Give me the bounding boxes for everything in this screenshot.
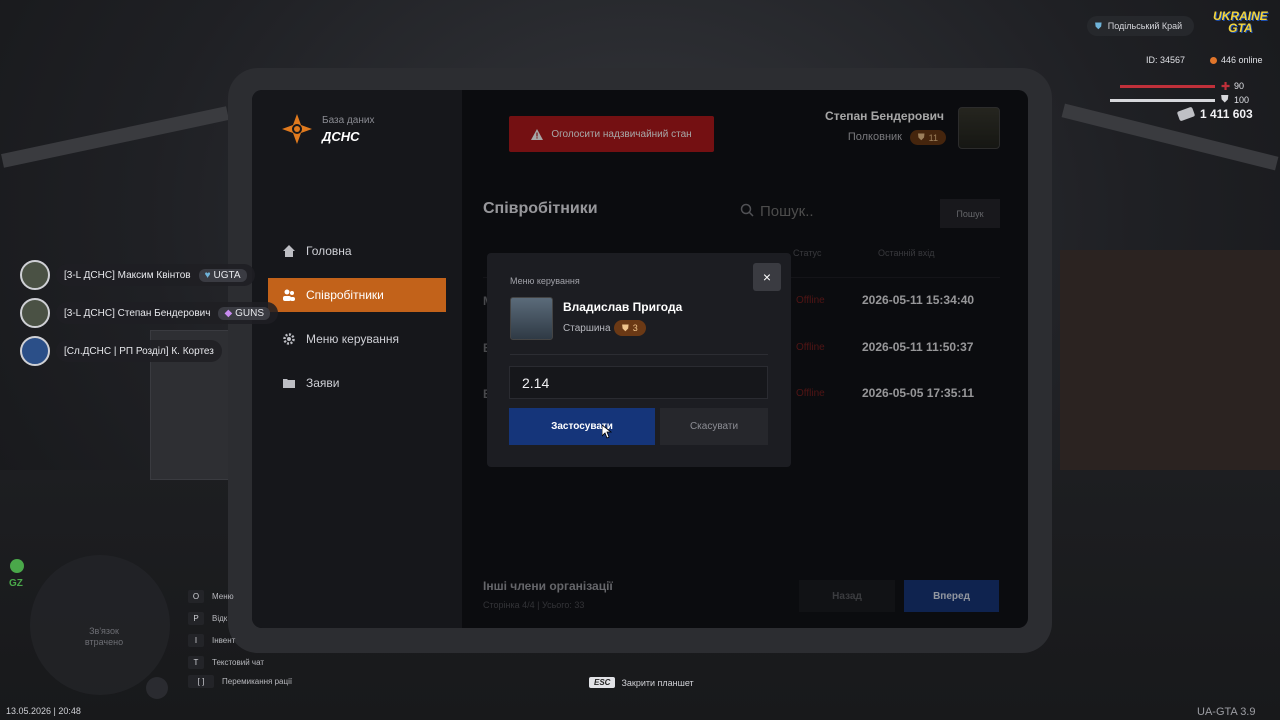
health-value: 90 [1234, 81, 1245, 91]
employee-level-badge: ⛊ 3 [614, 320, 646, 336]
microphone-icon [146, 677, 168, 699]
player-pill: [3-L ДСНС] Максим Квінтов ♥ UGTA [56, 264, 255, 286]
avatar [20, 336, 50, 366]
server-name: Подільський Край [1107, 21, 1183, 31]
close-tablet-hint: ESC Закрити планшет [589, 677, 694, 688]
health-icon: ✚ [1221, 81, 1231, 93]
control-modal: Меню керування × Владислав Пригода Старш… [487, 253, 791, 467]
logo-title: ДСНС [322, 129, 360, 144]
apply-button[interactable]: Застосувати [509, 408, 655, 445]
logo-subtitle: База даних [322, 115, 375, 126]
keybind-hint: O Меню [188, 590, 234, 603]
avatar [20, 260, 50, 290]
player-entry: [3-L ДСНС] Степан Бендерович ◆ GUNS [20, 298, 279, 328]
background-wall [1060, 250, 1280, 470]
logo-line: GTA [1228, 21, 1253, 35]
dsns-logo-icon [282, 114, 312, 144]
diamond-icon: ◆ [224, 307, 233, 319]
esc-key: ESC [589, 677, 616, 688]
sidebar-item-label: Головна [306, 244, 352, 258]
player-pill: [3-L ДСНС] Степан Бендерович ◆ GUNS [56, 302, 279, 324]
sidebar-item-label: Співробітники [306, 288, 384, 302]
sidebar-item-home[interactable]: Головна [268, 234, 446, 268]
hint-label: Текстовий чат [212, 658, 265, 667]
money-value: 1 411 603 [1200, 107, 1253, 121]
divider [510, 354, 768, 355]
player-id: ID: 34567 [1146, 55, 1186, 65]
value-input[interactable] [509, 366, 768, 399]
background-beam [1, 106, 229, 168]
esc-label: Закрити планшет [621, 677, 694, 688]
hint-label: Відк [212, 614, 228, 623]
key-label: P [188, 612, 204, 625]
online-count: 446 online [1210, 55, 1263, 65]
money-icon [1176, 106, 1196, 122]
server-icon: ⛊ [1095, 20, 1102, 31]
minimap-status: Зв'язок втрачено [84, 626, 124, 647]
key-label: I [188, 634, 204, 647]
employee-rank: Старшина [563, 323, 611, 334]
sidebar-item-applications[interactable]: Заяви [268, 366, 446, 400]
users-icon [283, 289, 295, 301]
online-text: 446 online [1221, 55, 1263, 65]
armor-value: 100 [1234, 95, 1250, 105]
cursor-icon [602, 425, 612, 439]
gz-icon [10, 559, 24, 573]
player-tag-label: GUNS [235, 307, 265, 319]
keybind-hint: P Відк [188, 612, 227, 625]
player-entry: [Сл.ДСНС | РП Розділ] К. Кортез [20, 336, 222, 366]
player-tag: ◆ GUNS [218, 306, 271, 320]
gear-icon [283, 333, 295, 345]
health-bar [1120, 85, 1215, 88]
online-icon [1210, 56, 1217, 64]
sidebar-item-employees[interactable]: Співробітники [268, 278, 446, 312]
key-label: T [188, 656, 204, 669]
close-icon: × [762, 269, 772, 285]
close-button[interactable]: × [753, 263, 781, 291]
keybind-hint: [ ] Перемикання рації [188, 675, 292, 688]
player-tag-label: UGTA [213, 269, 241, 281]
armor-bar [1110, 99, 1215, 102]
hint-label: Інвент [212, 636, 236, 645]
cancel-button[interactable]: Скасувати [660, 408, 768, 445]
armor-icon: ⛊ [1221, 94, 1229, 105]
version-label: UA-GTA 3.9 [1197, 706, 1256, 718]
sidebar-item-control-menu[interactable]: Меню керування [268, 322, 446, 356]
folder-icon [283, 379, 295, 388]
keybind-hint: T Текстовий чат [188, 656, 264, 669]
employee-level: 3 [632, 323, 638, 333]
shield-icon: ⛊ [622, 322, 629, 333]
avatar [20, 298, 50, 328]
employee-name: Владислав Пригода [563, 300, 683, 314]
avatar [510, 297, 553, 340]
sidebar-item-label: Заяви [306, 376, 340, 390]
datetime: 13.05.2026 | 20:48 [6, 706, 81, 716]
heart-icon: ♥ [204, 269, 211, 281]
keybind-hint: I Інвент [188, 634, 235, 647]
player-name: [Сл.ДСНС | РП Розділ] К. Кортез [64, 345, 214, 357]
player-entry: [3-L ДСНС] Максим Квінтов ♥ UGTA [20, 260, 255, 290]
sidebar-item-label: Меню керування [306, 332, 400, 346]
gz-label: GZ [9, 578, 23, 589]
player-name: [3-L ДСНС] Максим Квінтов [64, 269, 191, 281]
player-pill: [Сл.ДСНС | РП Розділ] К. Кортез [56, 340, 222, 362]
hint-label: Перемикання рації [222, 677, 293, 686]
player-name: [3-L ДСНС] Степан Бендерович [64, 307, 211, 319]
sidebar: База даних ДСНС Головна Співробітники Ме… [252, 90, 462, 628]
player-tag: ♥ UGTA [198, 268, 247, 282]
key-label: [ ] [188, 675, 214, 688]
key-label: O [188, 590, 204, 603]
server-badge: ⛊ Подільський Край [1087, 16, 1195, 36]
hint-label: Меню [212, 592, 234, 601]
modal-title: Меню керування [510, 276, 580, 286]
minimap [30, 555, 170, 695]
home-icon [283, 245, 295, 257]
game-logo: UKRAINE GTA [1213, 10, 1268, 34]
